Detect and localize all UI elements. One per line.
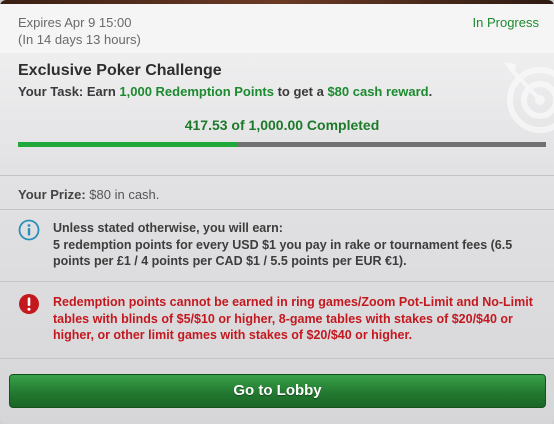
task-suffix: . xyxy=(428,84,433,99)
task-points: 1,000 Redemption Points xyxy=(119,84,274,99)
challenge-header: Expires Apr 9 15:00 (In 14 days 13 hours… xyxy=(0,4,554,53)
time-remaining: (In 14 days 13 hours) xyxy=(18,32,141,47)
divider xyxy=(0,175,554,176)
target-icon xyxy=(496,54,554,134)
prize-line: Your Prize: $80 in cash. xyxy=(18,186,159,203)
task-middle: to get a xyxy=(273,84,328,99)
task-description: Your Task: Earn 1,000 Redemption Points … xyxy=(18,83,432,100)
status-label: In Progress xyxy=(472,15,539,30)
divider xyxy=(0,209,554,210)
info-icon xyxy=(18,219,40,241)
earning-info: Unless stated otherwise, you will earn: … xyxy=(53,220,543,270)
progress-bar-fill xyxy=(18,142,239,147)
warning-icon xyxy=(18,293,40,315)
challenge-section: Exclusive Poker Challenge Your Task: Ear… xyxy=(0,53,554,175)
challenge-title: Exclusive Poker Challenge xyxy=(18,62,222,79)
task-reward: $80 cash reward xyxy=(327,84,429,99)
earning-info-detail: 5 redemption points for every USD $1 you… xyxy=(53,237,513,269)
divider xyxy=(0,281,554,282)
progress-bar xyxy=(18,142,546,147)
earning-info-heading: Unless stated otherwise, you will earn: xyxy=(53,221,283,235)
prize-label: Your Prize: xyxy=(18,187,86,202)
progress-text: 417.53 of 1,000.00 Completed xyxy=(184,117,380,133)
prize-value: $80 in cash. xyxy=(85,187,160,202)
go-to-lobby-button[interactable]: Go to Lobby xyxy=(9,374,546,408)
expiry-date: Expires Apr 9 15:00 xyxy=(18,15,132,30)
task-prefix: Your Task: Earn xyxy=(18,84,120,99)
challenge-card: Expires Apr 9 15:00 (In 14 days 13 hours… xyxy=(0,0,554,424)
warning-text: Redemption points cannot be earned in ri… xyxy=(53,295,533,342)
divider xyxy=(0,358,554,359)
